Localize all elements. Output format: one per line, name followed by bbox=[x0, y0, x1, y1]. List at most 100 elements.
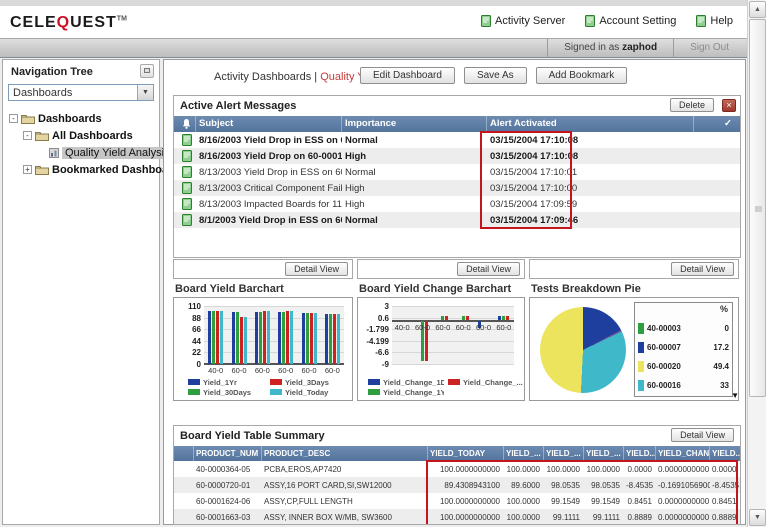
col-alert-activated[interactable]: Alert Activated bbox=[487, 116, 694, 132]
summary-row[interactable]: 60-0000720-01ASSY,16 PORT CARD,SI,SW1200… bbox=[174, 477, 740, 493]
pie-chart bbox=[540, 307, 626, 393]
summary-col-5[interactable]: YIELD_... bbox=[584, 446, 624, 461]
summary-cell: 60-0000720-01 bbox=[194, 481, 262, 490]
x-axis-category-label: 60-0 bbox=[251, 366, 274, 375]
summary-col-4[interactable]: YIELD_... bbox=[544, 446, 584, 461]
header-link-account-setting[interactable]: Account Setting bbox=[585, 15, 676, 27]
summary-col-0[interactable]: PRODUCT_NUM bbox=[194, 446, 262, 461]
breadcrumb-root[interactable]: Activity Dashboards bbox=[214, 71, 311, 83]
alerts-rows: 8/16/2003 Yield Drop in ESS on 60-00...N… bbox=[174, 132, 740, 228]
col-importance[interactable]: Importance bbox=[342, 116, 487, 132]
alert-row[interactable]: 8/13/2003 Impacted Boards for 11-0000040… bbox=[174, 196, 740, 212]
alert-importance: Normal bbox=[342, 167, 487, 178]
summary-row[interactable]: 60-0001663-03ASSY, INNER BOX W/MB, SW360… bbox=[174, 509, 740, 525]
header-link-help[interactable]: Help bbox=[696, 15, 733, 27]
check-icon[interactable]: ✓ bbox=[694, 116, 740, 132]
tree-scope-select[interactable]: Dashboards ▼ bbox=[8, 84, 154, 101]
pie-legend-item[interactable]: 40-000030 bbox=[638, 319, 730, 338]
summary-col-8[interactable]: YIELD... bbox=[710, 446, 740, 461]
x-axis-category-label: 60-0 bbox=[227, 366, 250, 375]
edit-dashboard-button[interactable]: Edit Dashboard bbox=[360, 67, 455, 84]
y-axis-tick-label: -1.799 bbox=[365, 325, 389, 334]
summary-col-7[interactable]: YIELD_CHAN... bbox=[656, 446, 710, 461]
bar-yield_today bbox=[244, 317, 247, 364]
legend-scroll-down-icon[interactable]: ▼ bbox=[731, 391, 739, 400]
close-icon[interactable]: × bbox=[722, 99, 736, 112]
sign-out-button[interactable]: Sign Out bbox=[674, 39, 745, 57]
detail-view-button[interactable]: Detail View bbox=[671, 262, 734, 276]
gridline bbox=[392, 352, 514, 353]
gridline bbox=[392, 341, 514, 342]
pie-legend-label: 60-00007 bbox=[647, 343, 681, 352]
tree-item-label[interactable]: All Dashboards bbox=[52, 130, 133, 142]
summary-col-3[interactable]: YIELD_... bbox=[504, 446, 544, 461]
summary-col-6[interactable]: YIELD... bbox=[624, 446, 656, 461]
summary-row[interactable]: 60-0001624-06ASSY,CP,FULL LENGTH100.0000… bbox=[174, 493, 740, 509]
scrollbar-thumb[interactable] bbox=[749, 19, 766, 397]
bar-yield_1yr bbox=[325, 314, 328, 364]
page-scrollbar[interactable]: ▲ ▼ bbox=[747, 0, 766, 527]
alert-importance: High bbox=[342, 151, 487, 162]
legend-swatch bbox=[188, 389, 200, 395]
tree-item-label[interactable]: Dashboards bbox=[38, 113, 102, 125]
gridline bbox=[204, 329, 344, 330]
alert-row[interactable]: 8/13/2003 Yield Drop in ESS on 60-000200… bbox=[174, 164, 740, 180]
legend-swatch bbox=[270, 379, 282, 385]
summary-cell: 0.0000000000 bbox=[656, 465, 710, 474]
dashboard-tree: -Dashboards-All DashboardsQuality Yield … bbox=[3, 110, 159, 178]
detail-view-button[interactable]: Detail View bbox=[457, 262, 520, 276]
legend-item: Yield_30Days bbox=[188, 387, 266, 397]
summary-row[interactable]: 40-0000364-05PCBA,EROS,AP7420100.0000000… bbox=[174, 461, 740, 477]
summary-cell: 100.0000 bbox=[504, 465, 544, 474]
bar-yield_today bbox=[220, 311, 223, 364]
summary-col-1[interactable]: PRODUCT_DESC bbox=[262, 446, 428, 461]
delete-button[interactable]: Delete bbox=[670, 98, 714, 112]
summary-cell: 98.0535 bbox=[544, 481, 584, 490]
summary-cell: 40-0000364-05 bbox=[194, 465, 262, 474]
pie-legend-item[interactable]: 60-0001633 bbox=[638, 376, 730, 395]
x-axis-line bbox=[392, 320, 514, 322]
x-axis-category-label: 60-0 bbox=[433, 323, 453, 332]
alert-activated: 03/15/2004 17:10:08 bbox=[487, 151, 694, 162]
alert-row[interactable]: 8/16/2003 Yield Drop in ESS on 60-00...N… bbox=[174, 132, 740, 148]
col-subject[interactable]: Subject bbox=[196, 116, 342, 132]
alert-row[interactable]: 8/1/2003 Yield Drop in ESS on 60-000...N… bbox=[174, 212, 740, 228]
detail-view-button[interactable]: Detail View bbox=[671, 428, 734, 442]
chevron-down-icon[interactable]: ▼ bbox=[137, 85, 153, 100]
chart-legend: Yield_Change_1DaYield_Change_...Yield_Ch… bbox=[368, 377, 524, 397]
bar-yield_30days bbox=[306, 313, 309, 364]
summary-cell: 100.0000 bbox=[504, 513, 544, 522]
expand-toggle-icon[interactable]: + bbox=[23, 165, 32, 174]
percent-icon: % bbox=[720, 304, 728, 314]
collapse-toggle-icon[interactable]: - bbox=[9, 114, 18, 123]
legend-swatch bbox=[188, 379, 200, 385]
logo-trademark: TM bbox=[117, 16, 127, 23]
bar-yield_today bbox=[290, 311, 293, 364]
legend-label: Yield_1Yr bbox=[203, 378, 237, 387]
pie-legend-item[interactable]: 60-0000717.2 bbox=[638, 338, 730, 357]
legend-swatch bbox=[638, 323, 644, 334]
collapse-panel-icon[interactable] bbox=[140, 64, 154, 78]
alert-importance: Normal bbox=[342, 215, 487, 226]
save-as-button[interactable]: Save As bbox=[464, 67, 527, 84]
tree-item-label[interactable]: Quality Yield Analysis bbox=[62, 147, 173, 159]
summary-cell: 60-0001624-06 bbox=[194, 497, 262, 506]
pie-legend-item[interactable]: 60-0002049.4 bbox=[638, 357, 730, 376]
scroll-up-icon[interactable]: ▲ bbox=[749, 1, 766, 18]
alert-icon bbox=[174, 150, 196, 162]
alert-activated: 03/15/2004 17:10:00 bbox=[487, 183, 694, 194]
bar-yield_3days bbox=[216, 311, 219, 364]
collapse-toggle-icon[interactable]: - bbox=[23, 131, 32, 140]
summary-rows: 40-0000364-05PCBA,EROS,AP7420100.0000000… bbox=[174, 461, 740, 525]
widget-title: Board Yield Change Barchart bbox=[359, 283, 511, 295]
detail-view-button[interactable]: Detail View bbox=[285, 262, 348, 276]
legend-label: Yield_Change_1Yr bbox=[383, 388, 444, 397]
tree-scope-value: Dashboards bbox=[13, 87, 72, 99]
scroll-down-icon[interactable]: ▼ bbox=[749, 509, 766, 526]
legend-item: Yield_1Yr bbox=[188, 377, 266, 387]
alert-row[interactable]: 8/16/2003 Yield Drop on 60-0001663 ...Hi… bbox=[174, 148, 740, 164]
summary-col-2[interactable]: YIELD_TODAY bbox=[428, 446, 504, 461]
alert-row[interactable]: 8/13/2003 Critical Component Failure (60… bbox=[174, 180, 740, 196]
header-link-activity-server[interactable]: Activity Server bbox=[481, 15, 565, 27]
add-bookmark-button[interactable]: Add Bookmark bbox=[536, 67, 628, 84]
